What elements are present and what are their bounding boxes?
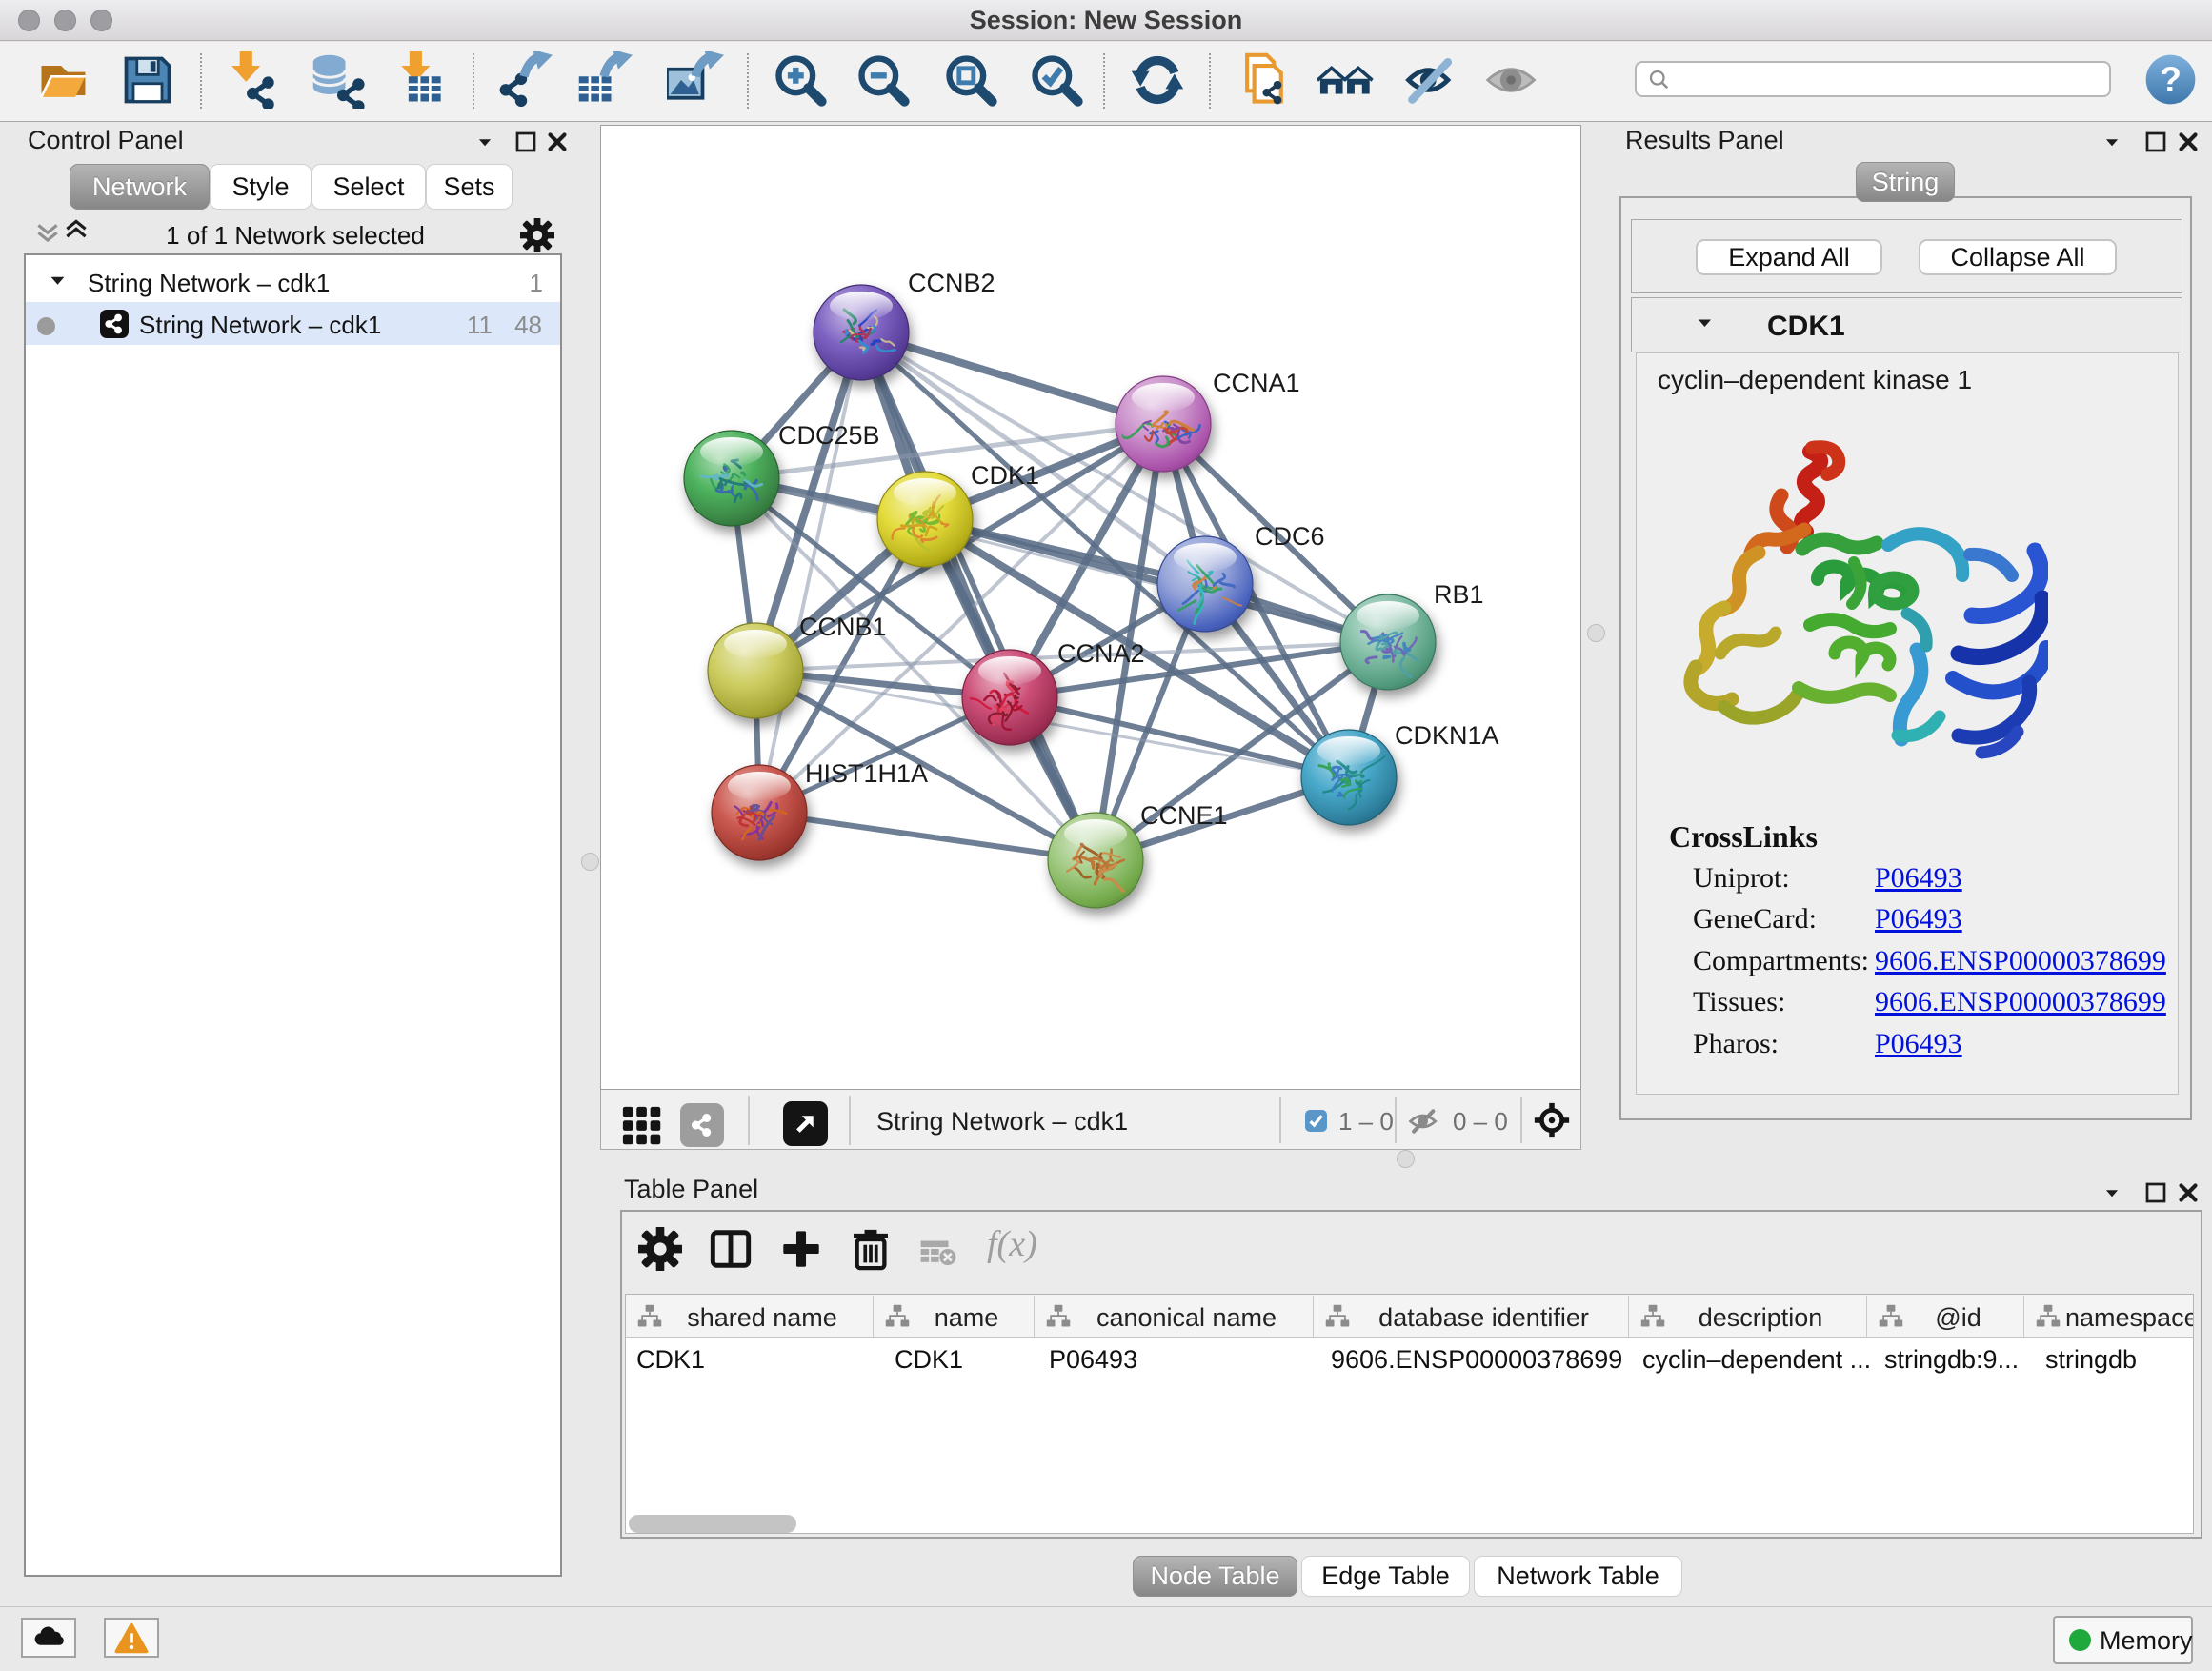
svg-text:CDK1: CDK1 bbox=[971, 461, 1039, 490]
svg-text:CCNB2: CCNB2 bbox=[908, 269, 995, 297]
svg-text:CDC6: CDC6 bbox=[1255, 522, 1325, 551]
svg-text:CCNA2: CCNA2 bbox=[1057, 639, 1145, 668]
svg-text:CCNB1: CCNB1 bbox=[799, 613, 887, 641]
svg-text:CDKN1A: CDKN1A bbox=[1395, 721, 1499, 750]
svg-text:RB1: RB1 bbox=[1434, 580, 1484, 609]
svg-text:HIST1H1A: HIST1H1A bbox=[805, 759, 928, 788]
svg-text:CCNA1: CCNA1 bbox=[1213, 369, 1300, 397]
svg-text:CCNE1: CCNE1 bbox=[1140, 801, 1228, 830]
svg-text:?: ? bbox=[2160, 59, 2182, 99]
svg-text:CDC25B: CDC25B bbox=[778, 421, 880, 450]
